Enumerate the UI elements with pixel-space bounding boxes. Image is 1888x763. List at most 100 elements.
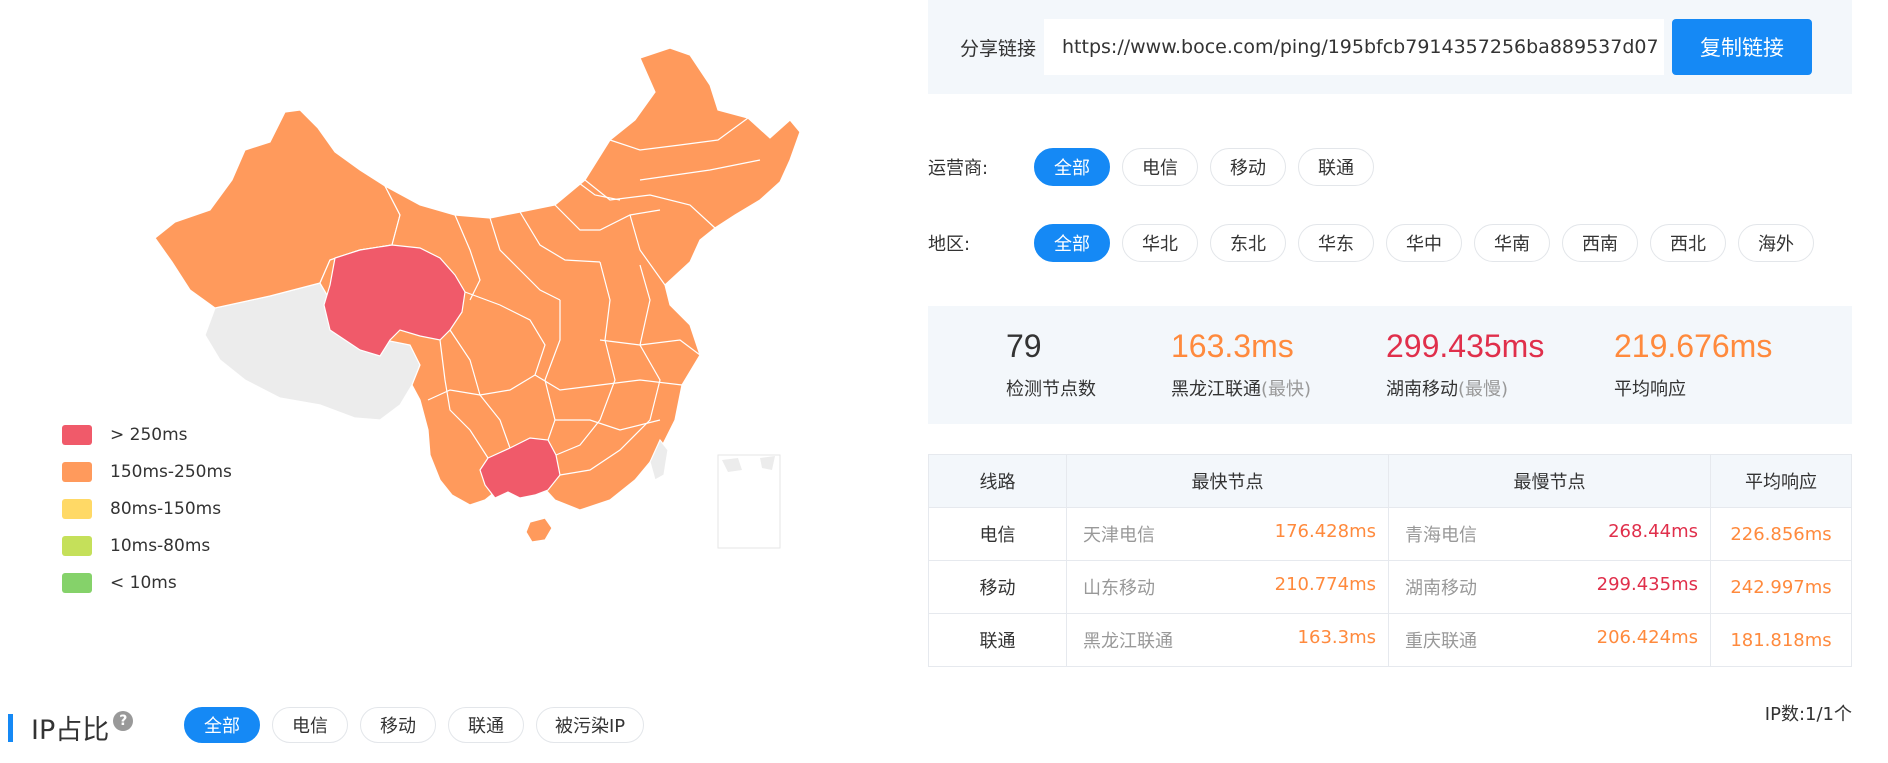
- ip-filter-telecom[interactable]: 电信: [272, 707, 348, 743]
- operator-option-telecom[interactable]: 电信: [1122, 148, 1198, 186]
- ip-count: IP数:1/1个: [1764, 704, 1852, 725]
- help-icon[interactable]: ?: [113, 710, 134, 731]
- region-option-southwest[interactable]: 西南: [1562, 224, 1638, 262]
- region-option-north[interactable]: 华北: [1122, 224, 1198, 262]
- region-option-south[interactable]: 华南: [1474, 224, 1550, 262]
- stat-slowest-note: (最慢): [1458, 379, 1509, 400]
- stat-nodes: 79 检测节点数: [1006, 328, 1096, 401]
- ping-result-page: > 250ms 150ms-250ms 80ms-150ms 10ms-80ms…: [0, 0, 1888, 763]
- legend-swatch: [62, 535, 92, 556]
- table-row: 移动 山东移动 210.774ms 湖南移动 299.435ms 242.997ms: [928, 560, 1852, 614]
- legend-label: < 10ms: [110, 572, 177, 593]
- legend-label: 80ms-150ms: [110, 498, 222, 519]
- share-label: 分享链接: [960, 37, 1037, 60]
- stat-fastest-label: 黑龙江联通(最快): [1171, 375, 1311, 401]
- slowest-cell: 青海电信 268.44ms: [1388, 507, 1711, 561]
- legend-swatch: [62, 424, 92, 445]
- header-slowest: 最慢节点: [1388, 454, 1711, 508]
- operator-option-unicom[interactable]: 联通: [1298, 148, 1374, 186]
- stat-fastest-value: 163.3ms: [1171, 328, 1294, 364]
- stat-average-label: 平均响应: [1614, 379, 1686, 400]
- route-summary-table: 线路 最快节点 最慢节点 平均响应 电信 天津电信 176.428ms 青海电信 2…: [928, 454, 1852, 667]
- share-bar: 分享链接 https://www.boce.com/ping/195bfcb79…: [928, 0, 1852, 94]
- ip-filter-polluted[interactable]: 被污染IP: [536, 707, 645, 743]
- fastest-cell: 天津电信 176.428ms: [1066, 507, 1389, 561]
- route-cell: 联通: [928, 613, 1067, 667]
- operator-filter: 运营商: 全部 电信 移动 联通: [928, 148, 1386, 186]
- average-cell: 226.856ms: [1710, 507, 1852, 561]
- ip-section-title-text: IP占比: [31, 715, 110, 746]
- fastest-ms: 210.774ms: [1274, 574, 1376, 595]
- inset-islands-2: [760, 456, 775, 470]
- copy-link-button[interactable]: 复制链接: [1672, 19, 1813, 75]
- region-filter: 地区: 全部 华北 东北 华东 华中 华南 西南 西北 海外: [928, 224, 1826, 262]
- fastest-node: 山东移动: [1083, 578, 1155, 599]
- stat-fastest-node: 黑龙江联通: [1171, 379, 1261, 400]
- header-route: 线路: [928, 454, 1067, 508]
- stat-fastest: 163.3ms 黑龙江联通(最快): [1171, 328, 1311, 401]
- fastest-cell: 黑龙江联通 163.3ms: [1066, 613, 1389, 667]
- slowest-ms: 206.424ms: [1596, 627, 1698, 648]
- share-url-field[interactable]: https://www.boce.com/ping/195bfcb7914357…: [1044, 19, 1665, 75]
- legend-item[interactable]: 150ms-250ms: [62, 453, 232, 490]
- fastest-cell: 山东移动 210.774ms: [1066, 560, 1389, 614]
- slowest-node: 重庆联通: [1405, 631, 1477, 652]
- ip-filter-all[interactable]: 全部: [184, 707, 260, 743]
- slowest-cell: 重庆联通 206.424ms: [1388, 613, 1711, 667]
- region-option-all[interactable]: 全部: [1034, 224, 1110, 262]
- legend-label: > 250ms: [110, 424, 188, 445]
- legend-item[interactable]: 80ms-150ms: [62, 490, 232, 527]
- legend-label: 10ms-80ms: [110, 535, 211, 556]
- region-filter-label: 地区:: [928, 234, 971, 255]
- average-cell: 242.997ms: [1710, 560, 1852, 614]
- fastest-node: 天津电信: [1083, 525, 1155, 546]
- legend-item[interactable]: 10ms-80ms: [62, 527, 232, 564]
- table-row: 电信 天津电信 176.428ms 青海电信 268.44ms 226.856ms: [928, 507, 1852, 561]
- route-cell: 电信: [928, 507, 1067, 561]
- operator-option-all[interactable]: 全部: [1034, 148, 1110, 186]
- stat-average-value: 219.676ms: [1614, 328, 1773, 364]
- slowest-cell: 湖南移动 299.435ms: [1388, 560, 1711, 614]
- stat-nodes-label: 检测节点数: [1006, 379, 1096, 400]
- table-row: 联通 黑龙江联通 163.3ms 重庆联通 206.424ms 181.818ms: [928, 613, 1852, 667]
- legend-item[interactable]: < 10ms: [62, 564, 232, 601]
- region-option-central[interactable]: 华中: [1386, 224, 1462, 262]
- region-option-overseas[interactable]: 海外: [1738, 224, 1814, 262]
- operator-filter-label: 运营商:: [928, 158, 989, 179]
- china-latency-map: > 250ms 150ms-250ms 80ms-150ms 10ms-80ms…: [0, 0, 910, 660]
- region-option-east[interactable]: 华东: [1298, 224, 1374, 262]
- stat-fastest-note: (最快): [1261, 379, 1312, 400]
- stat-nodes-value: 79: [1006, 328, 1042, 364]
- stat-slowest: 299.435ms 湖南移动(最慢): [1386, 328, 1544, 401]
- header-fastest: 最快节点: [1066, 454, 1389, 508]
- inset-islands: [722, 458, 742, 472]
- legend-swatch: [62, 572, 92, 593]
- average-cell: 181.818ms: [1710, 613, 1852, 667]
- fastest-ms: 176.428ms: [1274, 521, 1376, 542]
- stat-slowest-value: 299.435ms: [1386, 328, 1545, 364]
- slowest-node: 湖南移动: [1405, 578, 1477, 599]
- region-option-northwest[interactable]: 西北: [1650, 224, 1726, 262]
- map-region-hainan[interactable]: [525, 517, 553, 543]
- fastest-ms: 163.3ms: [1297, 627, 1376, 648]
- stat-average: 219.676ms 平均响应: [1614, 328, 1772, 401]
- ip-section-title: IP占比 ?: [8, 708, 134, 747]
- legend-swatch: [62, 461, 92, 482]
- slowest-node: 青海电信: [1405, 525, 1477, 546]
- table-header-row: 线路 最快节点 最慢节点 平均响应: [928, 454, 1852, 508]
- legend-label: 150ms-250ms: [110, 461, 232, 482]
- fastest-node: 黑龙江联通: [1083, 631, 1173, 652]
- title-accent-bar: [8, 713, 13, 742]
- ip-filter-mobile[interactable]: 移动: [360, 707, 436, 743]
- ip-filter-tabs: 全部 电信 移动 联通 被污染IP: [184, 707, 656, 743]
- stat-slowest-node: 湖南移动: [1386, 379, 1458, 400]
- stat-slowest-label: 湖南移动(最慢): [1386, 375, 1544, 401]
- route-cell: 移动: [928, 560, 1067, 614]
- region-option-northeast[interactable]: 东北: [1210, 224, 1286, 262]
- operator-option-mobile[interactable]: 移动: [1210, 148, 1286, 186]
- ip-filter-unicom[interactable]: 联通: [448, 707, 524, 743]
- slowest-ms: 268.44ms: [1608, 521, 1698, 542]
- legend-item[interactable]: > 250ms: [62, 416, 232, 453]
- stats-panel: 79 检测节点数 163.3ms 黑龙江联通(最快) 299.435ms 湖南移…: [928, 306, 1852, 424]
- map-legend: > 250ms 150ms-250ms 80ms-150ms 10ms-80ms…: [62, 416, 232, 601]
